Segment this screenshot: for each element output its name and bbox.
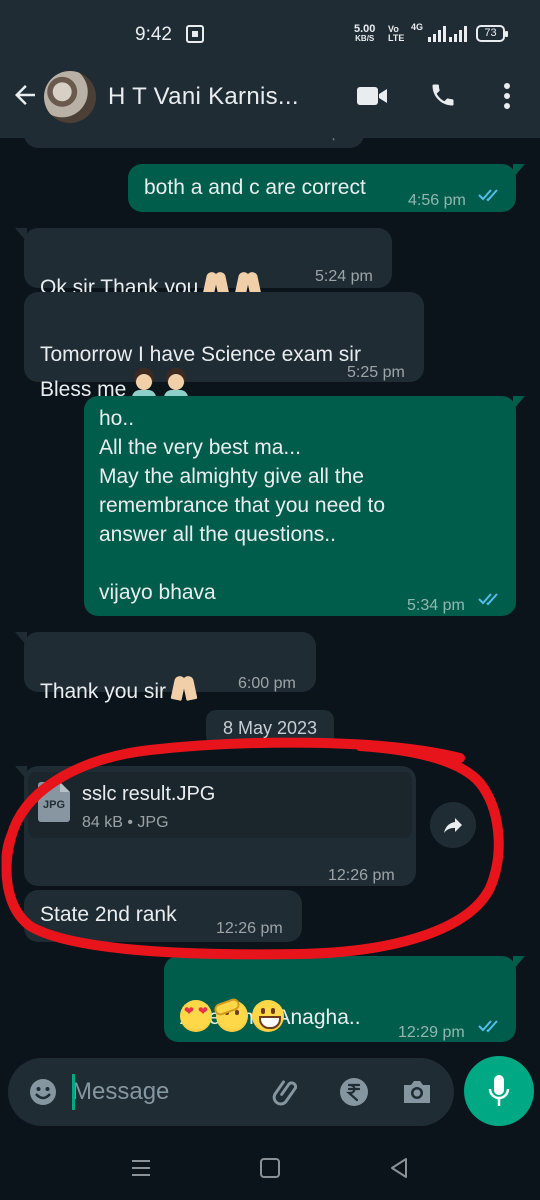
mic-button[interactable] <box>464 1056 534 1126</box>
status-time: 9:42 <box>135 24 172 45</box>
message-time: 4:46 pm <box>296 138 354 147</box>
message-bubble-outgoing[interactable]: ho.. All the very best ma... May the alm… <box>84 396 525 616</box>
message-bubble-outgoing[interactable]: both a and c are correct 4:56 pm <box>128 164 525 212</box>
mic-icon <box>488 1075 510 1106</box>
network-speed: 5.00 KB/S <box>354 23 376 44</box>
saluting-face-emoji <box>216 1000 248 1032</box>
document-message[interactable]: JPG sslc result.JPG 84 kB • JPG 12:26 pm <box>15 766 416 886</box>
signal-icon-secondary <box>449 26 467 42</box>
chat-header: H T Vani Karnis... <box>0 66 540 138</box>
message-bubble-incoming[interactable]: State 2nd rank 12:26 pm <box>24 890 302 942</box>
system-navigation-bar <box>0 1134 540 1200</box>
camera-icon[interactable] <box>400 1076 434 1108</box>
date-divider: 8 May 2023 <box>206 710 334 746</box>
chat-area[interactable]: 4:46 pm both a and c are correct 4:56 pm… <box>0 138 540 1058</box>
back-arrow-icon[interactable] <box>10 80 40 110</box>
read-receipt-icon <box>478 189 498 202</box>
message-text: Tomorrow I have Science exam sir Bless m… <box>40 343 361 401</box>
notification-app-icon <box>186 25 204 43</box>
emoji-row <box>178 1000 284 1034</box>
message-time: 6:00 pm <box>238 675 296 692</box>
volte-indicator: Vo LTE <box>388 24 405 43</box>
attach-icon[interactable] <box>272 1076 304 1108</box>
emoji-icon[interactable] <box>28 1077 58 1107</box>
network-type: 4G <box>411 22 424 32</box>
video-call-icon[interactable] <box>356 85 388 107</box>
folded-hands-emoji <box>170 674 198 702</box>
status-bar: 9:42 5.00 KB/S Vo LTE 4G 73 <box>0 0 540 66</box>
forward-button[interactable] <box>430 802 476 848</box>
text-caret <box>72 1074 75 1110</box>
message-time: 5:25 pm <box>347 364 405 381</box>
battery-icon: 73 <box>476 25 508 42</box>
message-input[interactable] <box>72 1072 252 1112</box>
message-text: ho.. All the very best ma... May the alm… <box>99 407 386 604</box>
message-bubble-incoming[interactable]: Ok sir Thank you 5:24 pm <box>15 228 392 299</box>
message-bubble-incoming[interactable]: Thank you sir 6:00 pm <box>15 632 316 703</box>
document-card[interactable]: JPG sslc result.JPG 84 kB • JPG <box>28 772 412 838</box>
message-bubble-incoming[interactable]: 4:46 pm <box>24 138 364 148</box>
grinning-face-emoji <box>252 1000 284 1032</box>
message-bubble-outgoing[interactable]: Awesome Anagha.. 12:29 pm <box>164 956 525 1042</box>
jpg-file-icon: JPG <box>38 782 70 822</box>
avatar[interactable] <box>44 71 96 123</box>
more-options-icon[interactable] <box>500 82 514 110</box>
rupee-icon[interactable] <box>338 1076 370 1108</box>
message-composer <box>8 1058 454 1126</box>
message-time: 5:34 pm <box>407 597 465 614</box>
message-text: State 2nd rank <box>40 903 177 926</box>
signal-icon <box>428 26 446 42</box>
smiling-face-with-heart-eyes-emoji <box>180 1000 212 1032</box>
message-time: 12:26 pm <box>216 920 283 937</box>
message-text: Thank you sir <box>40 645 198 706</box>
home-icon[interactable] <box>260 1158 280 1178</box>
forward-icon <box>444 818 462 833</box>
message-time: 12:26 pm <box>328 867 395 884</box>
document-name: sslc result.JPG <box>82 783 216 805</box>
read-receipt-icon <box>478 593 498 606</box>
message-time: 4:56 pm <box>408 192 466 209</box>
message-time: 12:29 pm <box>398 1024 465 1041</box>
nav-back-icon[interactable] <box>388 1156 410 1180</box>
message-text: both a and c are correct <box>144 176 366 199</box>
message-bubble-incoming[interactable]: Tomorrow I have Science exam sir Bless m… <box>24 292 424 401</box>
voice-call-icon[interactable] <box>429 81 457 109</box>
read-receipt-icon <box>478 1020 498 1033</box>
contact-name[interactable]: H T Vani Karnis... <box>108 83 299 111</box>
document-meta: 84 kB • JPG <box>82 814 169 831</box>
recent-apps-icon[interactable] <box>130 1158 152 1178</box>
message-time: 5:24 pm <box>315 268 373 285</box>
